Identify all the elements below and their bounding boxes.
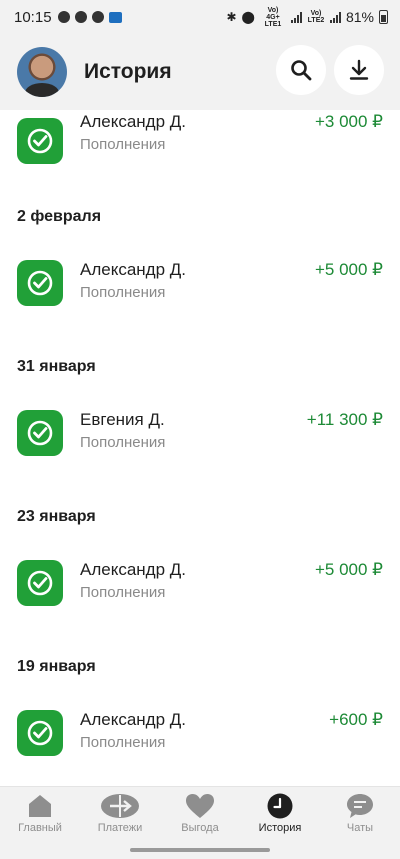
battery-level: 81% xyxy=(345,9,374,25)
heart-icon xyxy=(186,794,214,818)
screen-icon xyxy=(108,11,122,23)
transaction-amount: +600 ₽ xyxy=(329,710,383,729)
transaction-category: Пополнения xyxy=(80,284,166,301)
transaction-name: Евгения Д. xyxy=(80,410,165,429)
nav-item-benefits[interactable]: Выгода xyxy=(160,793,240,834)
transaction-item[interactable]: Александр Д. Пополнения +600 ₽ xyxy=(0,710,400,772)
date-header: 31 января xyxy=(17,358,96,375)
search-icon xyxy=(291,60,312,81)
transaction-item[interactable]: Александр Д. Пополнения +5 000 ₽ xyxy=(0,260,400,322)
transaction-category: Пополнения xyxy=(80,584,166,601)
sber-check-icon xyxy=(17,710,63,756)
transaction-name: Александр Д. xyxy=(80,112,187,131)
transaction-name: Александр Д. xyxy=(80,560,187,579)
page-title: История xyxy=(84,60,172,83)
avatar[interactable] xyxy=(17,47,67,97)
nav-label: Выгода xyxy=(181,822,219,834)
download-icon xyxy=(349,59,369,80)
location-icon: ⬤ xyxy=(241,10,255,24)
status-bar: 10:15 ✱ ⬤ Vo) 4G+ LTE1 Vo) LTE2 81% xyxy=(0,0,400,34)
notification-icons xyxy=(57,11,122,23)
nav-item-payments[interactable]: Платежи xyxy=(80,793,160,834)
nav-label: Платежи xyxy=(97,822,143,834)
sber-check-icon xyxy=(17,118,63,164)
transaction-name: Александр Д. xyxy=(80,710,187,729)
signal1-icon xyxy=(290,11,302,23)
sber-check-icon xyxy=(17,260,63,306)
app-notification-icon xyxy=(91,11,104,23)
history-list[interactable]: Александр Д. Пополнения +3 000 ₽ 2 февра… xyxy=(0,110,400,786)
download-button[interactable] xyxy=(334,45,384,95)
signal2-icon xyxy=(329,11,341,23)
nav-label: Чаты xyxy=(346,822,374,834)
transaction-amount: +11 300 ₽ xyxy=(306,410,383,429)
transaction-amount: +3 000 ₽ xyxy=(314,112,383,131)
bluetooth-icon: ✱ xyxy=(226,10,237,24)
sber-check-icon xyxy=(17,410,63,456)
nav-item-home[interactable]: Главный xyxy=(0,793,80,834)
date-header: 19 января xyxy=(17,658,96,675)
nav-label: Главный xyxy=(18,822,62,834)
clock-icon xyxy=(267,793,293,819)
battery-icon xyxy=(379,10,388,24)
transaction-name: Александр Д. xyxy=(80,260,187,279)
transaction-item[interactable]: Александр Д. Пополнения +3 000 ₽ xyxy=(0,112,400,174)
transaction-category: Пополнения xyxy=(80,434,166,451)
nav-item-history[interactable]: История xyxy=(240,793,320,834)
transaction-amount: +5 000 ₽ xyxy=(314,260,383,279)
app-header: История xyxy=(0,34,400,110)
home-indicator[interactable] xyxy=(130,848,270,852)
transaction-item[interactable]: Евгения Д. Пополнения +11 300 ₽ xyxy=(0,410,400,472)
nav-item-chats[interactable]: Чаты xyxy=(320,793,400,834)
network1-label: Vo) 4G+ LTE1 xyxy=(264,6,282,28)
whatsapp-icon xyxy=(57,11,70,23)
transaction-amount: +5 000 ₽ xyxy=(314,560,383,579)
date-header: 23 января xyxy=(17,508,96,525)
transaction-category: Пополнения xyxy=(80,734,166,751)
chat-bubble-icon xyxy=(74,11,87,23)
status-right: ✱ ⬤ Vo) 4G+ LTE1 Vo) LTE2 81% xyxy=(226,0,388,34)
search-button[interactable] xyxy=(276,45,326,95)
date-header: 2 февраля xyxy=(17,208,102,225)
transaction-item[interactable]: Александр Д. Пополнения +5 000 ₽ xyxy=(0,560,400,622)
transfer-icon xyxy=(101,794,139,818)
status-time: 10:15 xyxy=(14,8,52,26)
home-icon xyxy=(29,795,51,817)
chat-icon xyxy=(347,794,373,818)
sber-check-icon xyxy=(17,560,63,606)
transaction-category: Пополнения xyxy=(80,136,166,153)
nav-label: История xyxy=(258,822,302,834)
network2-label: Vo) LTE2 xyxy=(307,10,325,24)
